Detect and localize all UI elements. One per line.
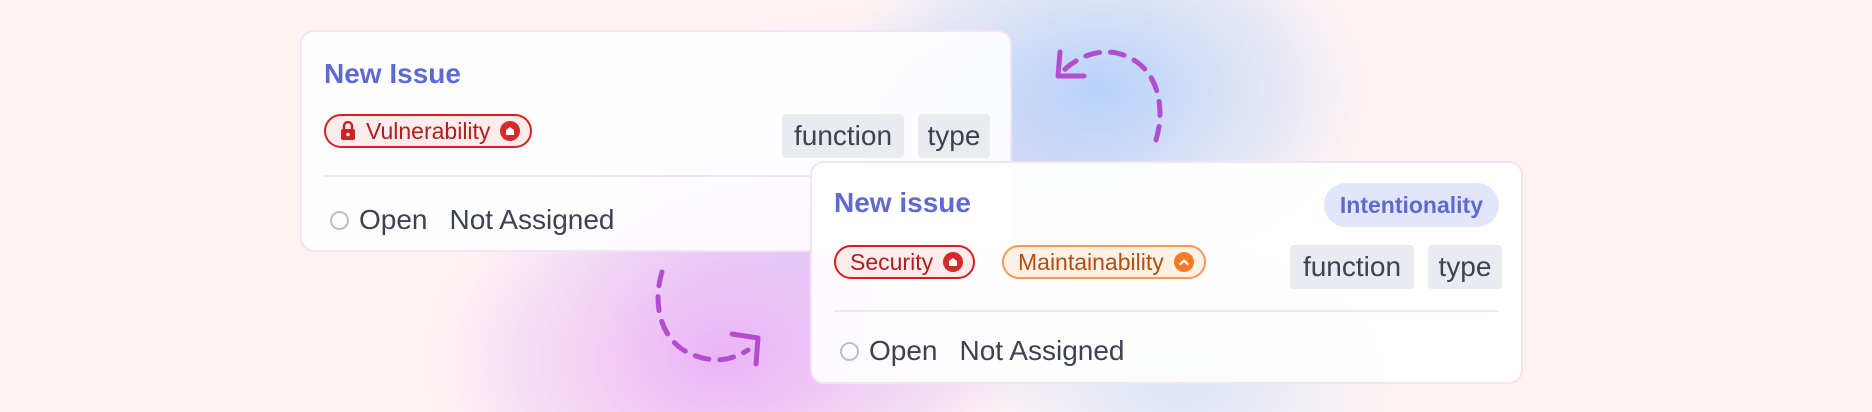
status-label[interactable]: Open: [869, 335, 938, 367]
tag-vulnerability[interactable]: Vulnerability: [324, 114, 533, 148]
chip-type[interactable]: type: [918, 114, 990, 158]
issue-title[interactable]: New issue: [834, 187, 971, 219]
status-open-icon[interactable]: [840, 341, 859, 361]
issue-title[interactable]: New Issue: [324, 58, 461, 90]
tag-maintainability[interactable]: Maintainability: [1002, 245, 1206, 279]
chip-function[interactable]: function: [1290, 245, 1414, 289]
swap-arrow-icon: [1055, 49, 1163, 143]
tag-security[interactable]: Security: [834, 245, 976, 279]
tag-label: Security: [850, 248, 934, 275]
status-open-icon[interactable]: [330, 210, 349, 230]
divider: [834, 310, 1499, 312]
chip-function[interactable]: function: [782, 114, 904, 158]
tag-label: Maintainability: [1018, 248, 1164, 275]
assignee-label[interactable]: Not Assigned: [960, 335, 1125, 367]
lock-icon: [341, 121, 355, 140]
severity-high-icon: [943, 252, 964, 272]
tag-label: Vulnerability: [366, 117, 491, 144]
badge-intentionality[interactable]: Intentionality: [1323, 183, 1499, 227]
issue-card-front[interactable]: New issue Intentionality Security Mainta…: [810, 161, 1523, 384]
severity-medium-icon: [1173, 252, 1194, 272]
severity-high-icon: [500, 121, 521, 141]
chip-type[interactable]: type: [1428, 245, 1502, 289]
status-row: Open Not Assigned: [840, 335, 1125, 367]
swap-arrow-icon: [655, 269, 761, 367]
status-row: Open Not Assigned: [330, 204, 615, 236]
status-label[interactable]: Open: [359, 204, 428, 236]
assignee-label[interactable]: Not Assigned: [450, 204, 615, 236]
